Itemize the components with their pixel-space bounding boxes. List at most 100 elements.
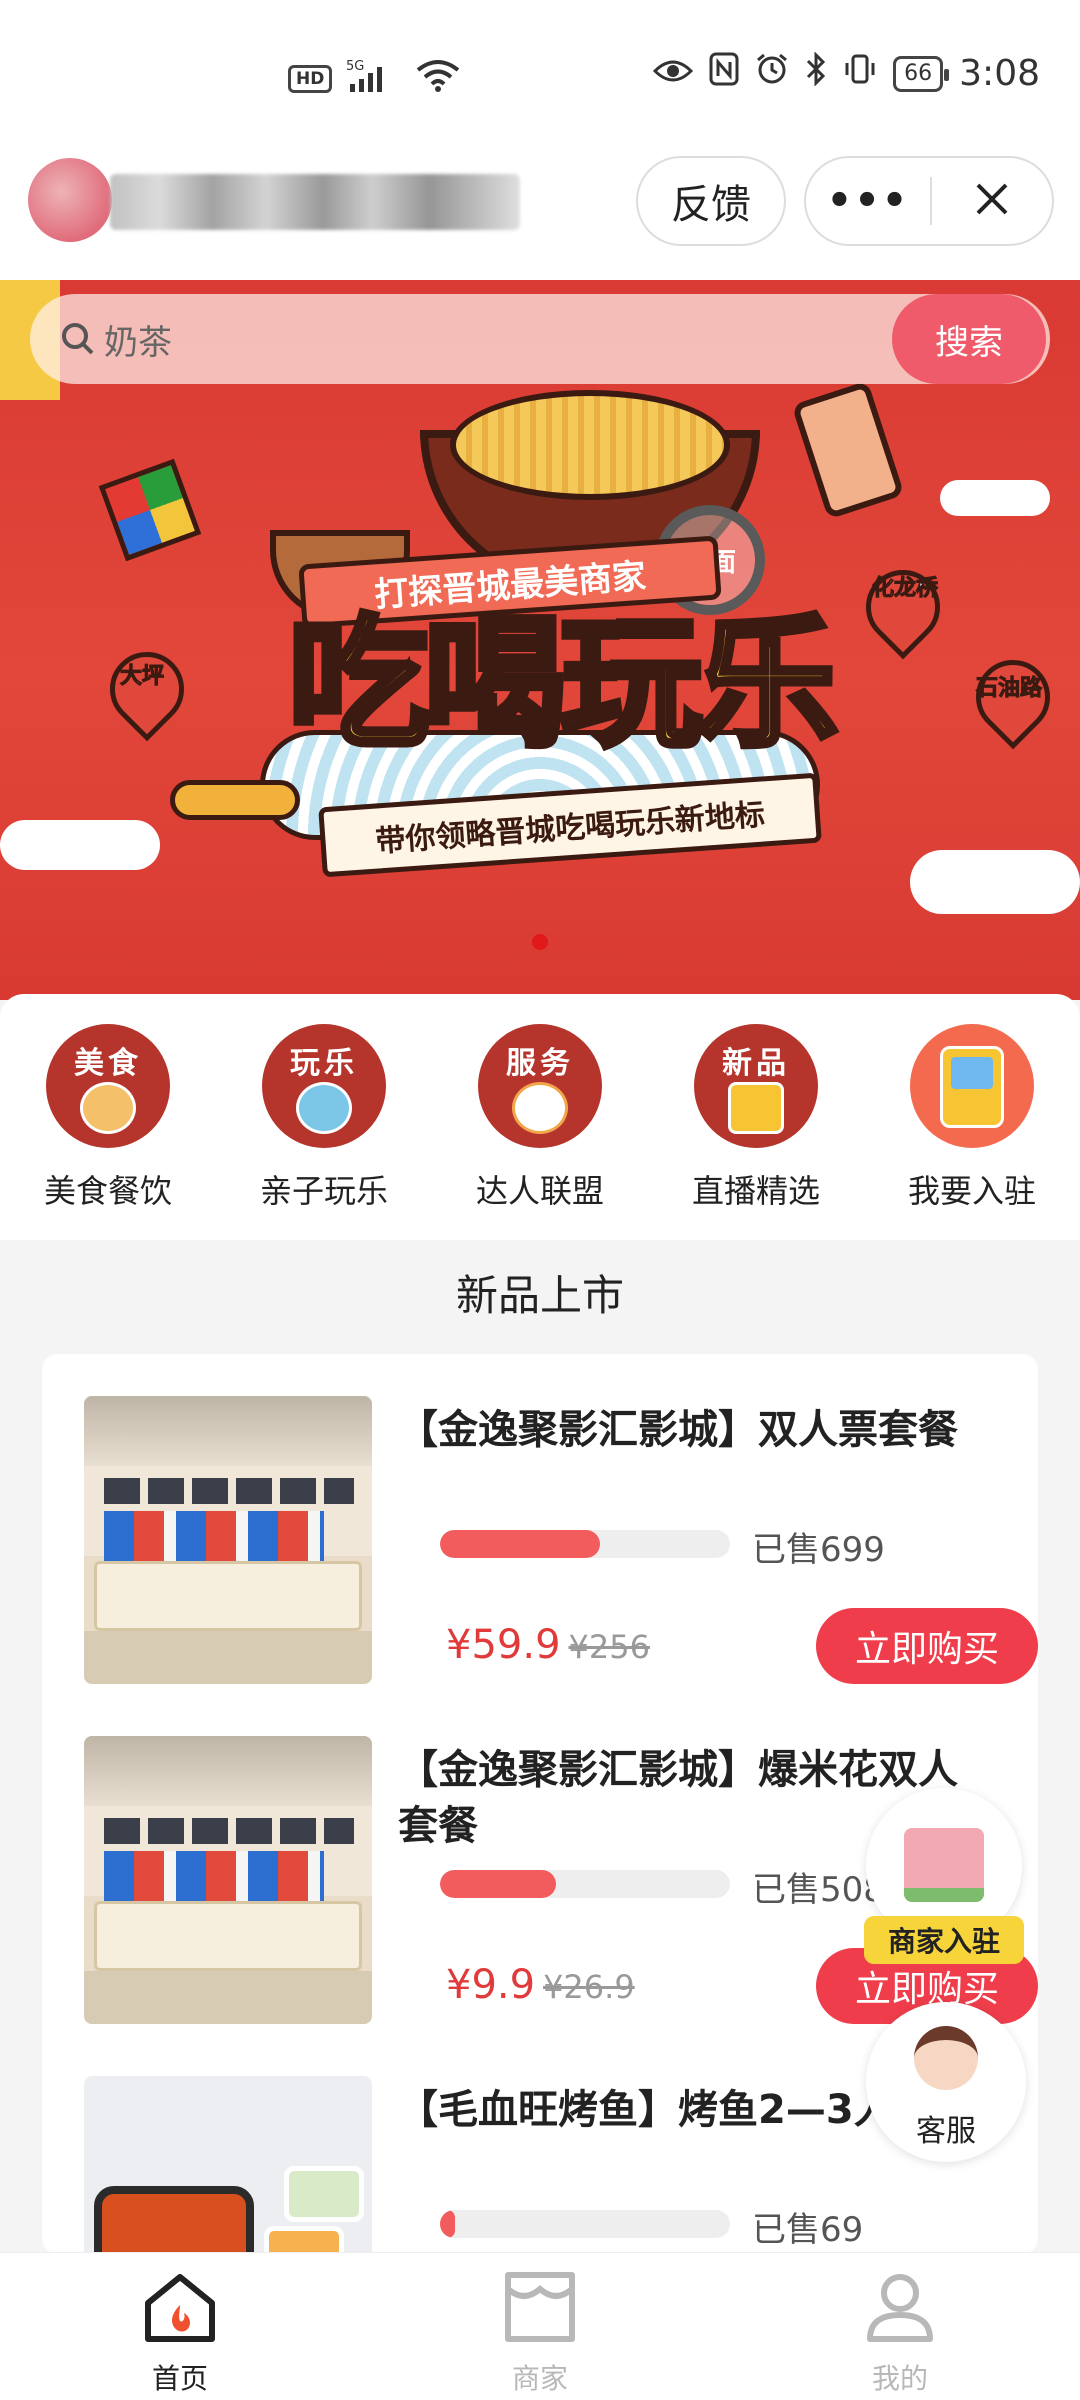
bluetooth-icon [805,51,827,95]
banner-headline: 吃喝玩乐 [285,599,841,770]
shop-icon [904,1828,984,1902]
product-item[interactable]: 【金逸聚影汇影城】双人票套餐 已售699 ¥59.9 ¥256 立即购买 [84,1396,1038,1686]
category-icon-word: 服务 [506,1046,574,1081]
current-price: ¥59.9 [446,1622,561,1668]
clock: 3:08 [959,53,1040,94]
category-live[interactable]: 新品 直播精选 [648,1024,864,1212]
cloud-gear-art [512,1082,568,1134]
mini-program-nav-bar: 反馈 ••• [0,150,1080,280]
signal-icon: 5G [346,58,402,100]
close-button[interactable] [932,158,1052,244]
feedback-button[interactable]: 反馈 [636,156,786,246]
status-left: HD 5G [288,58,460,100]
category-grid: 美食 美食餐饮 玩乐 亲子玩乐 服务 达人联盟 新品 直播精选 我要入驻 [0,994,1080,1240]
image-floor [84,1971,372,2024]
product-title: 【毛血旺烤鱼】烤鱼2—3人 [398,2087,894,2133]
new-badge-art [728,1082,784,1134]
status-bar: HD 5G 66 3:08 [0,0,1080,150]
image-ceiling [84,1396,372,1466]
carousel-indicator-dot[interactable] [532,934,548,950]
category-label: 美食餐饮 [43,1172,172,1210]
search-button[interactable]: 搜索 [892,294,1046,384]
shop-avatar [28,158,112,242]
search-bar[interactable]: 奶茶 搜索 [30,294,1050,384]
customer-service-float-button[interactable]: 客服 [866,2002,1026,2162]
merchant-join-float-button[interactable]: 商家入驻 [864,1788,1024,1970]
image-ceiling [84,1736,372,1806]
mini-program-capsule: ••• [804,156,1054,246]
console-screen [951,1057,993,1089]
wifi-icon [416,58,460,100]
image-counter [94,1901,362,1971]
pin-label: 石油路 [975,676,1043,702]
category-icon-word: 美食 [74,1046,142,1081]
alarm-icon [755,52,789,95]
food-icon: 美食 [46,1024,170,1148]
sold-count: 已售699 [752,1530,885,1570]
cloud-decoration [0,820,160,870]
sold-progress-bar [440,1530,730,1558]
pin-label: 化龙桥 [871,576,939,602]
sold-count: 已售69 [752,2210,864,2250]
close-icon [972,179,1012,223]
vibrate-icon [843,52,877,95]
cloud-decoration [910,850,1080,914]
tab-home[interactable]: 首页 [80,2269,280,2397]
tab-merchants[interactable]: 商家 [440,2269,640,2397]
eye-icon [653,54,694,94]
console-art [940,1046,1004,1128]
family-play-icon: 玩乐 [262,1024,386,1148]
image-floor [84,1631,372,1684]
search-input[interactable]: 奶茶 [104,315,172,364]
search-icon [58,319,98,363]
play-art [296,1082,352,1134]
service-icon: 服务 [478,1024,602,1148]
sold-count: 已售508 [752,1870,885,1910]
tab-profile[interactable]: 我的 [800,2269,1000,2397]
hd-badge: HD [288,65,333,93]
buy-now-button[interactable]: 立即购买 [816,1608,1038,1684]
tab-label: 首页 [151,2362,208,2395]
promo-banner[interactable]: 拉面 打探晋城最美商家 吃喝玩乐 带你领略晋城吃喝玩乐新地标 大坪 化龙桥 石油… [0,280,1080,1000]
product-item[interactable]: 【金逸聚影汇影城】爆米花双人套餐 已售508 ¥9.9 ¥26.9 立即购买 [84,1736,1038,2026]
plane-illustration [170,780,300,820]
current-price: ¥9.9 [446,1962,536,2008]
category-label: 直播精选 [691,1172,820,1210]
tab-label: 我的 [871,2362,928,2395]
noodles-illustration [450,390,730,500]
customer-service-icon [914,2026,978,2090]
user-icon [860,2274,940,2349]
image-screens [104,1818,354,1844]
category-label: 亲子玩乐 [259,1172,388,1210]
category-icon-word: 玩乐 [290,1046,358,1081]
rubiks-cube-illustration [98,458,202,562]
blurred-page-title [110,174,520,230]
image-counter [94,1561,362,1631]
category-label: 达人联盟 [475,1172,604,1210]
category-family-play[interactable]: 玩乐 亲子玩乐 [216,1024,432,1212]
food-art [80,1082,136,1134]
category-icon-word: 新品 [722,1046,790,1081]
sold-progress-bar [440,1870,730,1898]
tab-label: 商家 [511,2362,568,2395]
image-fridges [104,1511,324,1561]
home-icon [140,2274,220,2349]
more-button[interactable]: ••• [806,158,930,244]
nfc-icon [709,52,739,95]
sold-progress-bar [440,2210,730,2238]
category-join[interactable]: 我要入驻 [864,1024,1080,1212]
category-label: 我要入驻 [907,1172,1036,1210]
original-price: ¥256 [568,1628,650,1666]
section-title: 新品上市 [455,1271,624,1320]
bottom-tab-bar: 首页 商家 我的 [0,2252,1080,2400]
category-food[interactable]: 美食 美食餐饮 [0,1024,216,1212]
shop-icon [500,2272,580,2349]
product-image [84,1736,372,2024]
cloud-decoration [940,480,1050,516]
category-influencer[interactable]: 服务 达人联盟 [432,1024,648,1212]
new-product-icon: 新品 [694,1024,818,1148]
app-screen: HD 5G 66 3:08 反馈 ••• 打探晋城最美商家 吃喝玩乐 带你领略晋… [0,0,1080,2400]
game-console-icon [910,1024,1034,1148]
image-screens [104,1478,354,1504]
image-plate [284,2166,364,2222]
